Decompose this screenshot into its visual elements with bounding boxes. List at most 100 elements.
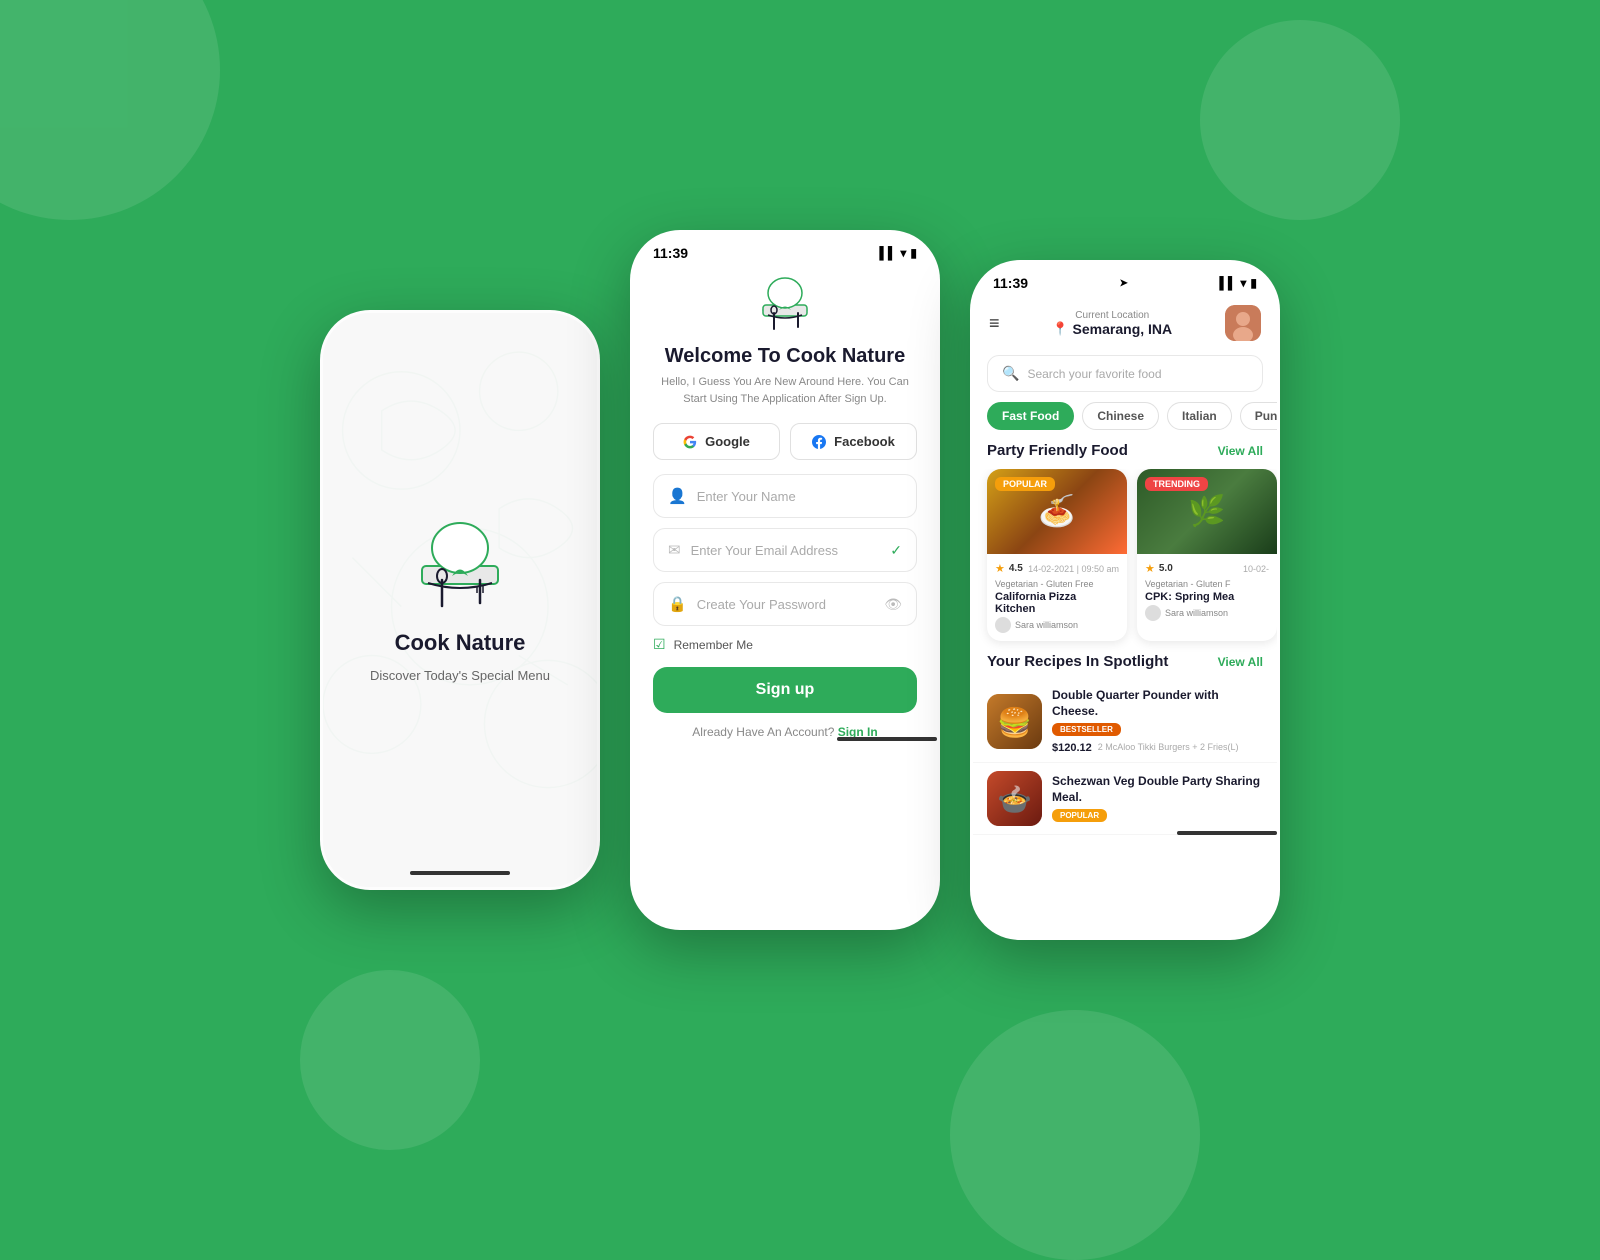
rating-1: 4.5 (1009, 563, 1023, 574)
phones-container: Cook Nature Discover Today's Special Men… (320, 260, 1280, 940)
wifi-icon-home: ▾ (1240, 276, 1246, 290)
name-input[interactable]: 👤 Enter Your Name (653, 474, 917, 518)
rating-2: 5.0 (1159, 563, 1173, 574)
home-indicator-2 (837, 737, 937, 741)
party-section-title: Party Friendly Food (987, 442, 1128, 459)
email-placeholder: Enter Your Email Address (691, 543, 838, 558)
google-icon (683, 435, 697, 449)
location-info: Current Location 📍 Semarang, INA (1052, 310, 1172, 337)
spotlight-info-1: Double Quarter Pounder with Cheese. BEST… (1052, 688, 1263, 754)
food-name-2: CPK: Spring Mea (1145, 591, 1269, 603)
signal-icon-home: ▌▌ (1219, 276, 1236, 290)
pin-icon: 📍 (1052, 321, 1068, 337)
current-location-label: Current Location (1052, 310, 1172, 321)
spotlight-price-1: $120.12 (1052, 742, 1092, 754)
phone-signup: 11:39 ▌▌ ▾ ▮ Welcome To Cook Nature Hell… (630, 230, 940, 930)
google-button[interactable]: Google (653, 423, 780, 460)
bg-decoration-4 (300, 970, 480, 1150)
curry-icon: 🍲 (987, 771, 1042, 826)
wifi-icon: ▾ (900, 246, 906, 260)
eye-icon: 👁 (884, 596, 902, 613)
category-italian[interactable]: Italian (1167, 402, 1232, 430)
bg-decoration-3 (950, 1010, 1200, 1260)
facebook-icon (812, 435, 826, 449)
category-row: Fast Food Chinese Italian Punjab (973, 402, 1277, 442)
author-row-1: Sara williamson (995, 617, 1119, 633)
rating-row-2: ★ 5.0 10-02- (1145, 562, 1269, 575)
food-type-2: Vegetarian - Gluten F (1145, 579, 1269, 589)
food-card-info-2: ★ 5.0 10-02- Vegetarian - Gluten F CPK: … (1137, 554, 1277, 629)
food-card-2[interactable]: 🌿 TRENDING ★ 5.0 10-02- Vegetarian - Glu… (1137, 469, 1277, 641)
spotlight-name-1: Double Quarter Pounder with Cheese. (1052, 688, 1263, 719)
splash-logo-area: Cook Nature Discover Today's Special Men… (370, 518, 550, 683)
spotlight-info-2: Schezwan Veg Double Party Sharing Meal. … (1052, 774, 1263, 823)
chef-hat-icon (400, 518, 520, 618)
category-fast-food[interactable]: Fast Food (987, 402, 1074, 430)
facebook-label: Facebook (834, 434, 895, 449)
name-placeholder: Enter Your Name (697, 489, 796, 504)
bg-decoration-1 (0, 0, 220, 220)
curry-image: 🍲 (987, 771, 1042, 826)
author-avatar-2 (1145, 605, 1161, 621)
spotlight-item-1[interactable]: 🍔 Double Quarter Pounder with Cheese. BE… (973, 680, 1277, 763)
phone-home: 11:39 ➤ ▌▌ ▾ ▮ ≡ Current Location 📍 Sema… (970, 260, 1280, 940)
password-input[interactable]: 🔒 Create Your Password 👁 (653, 582, 917, 626)
author-name-1: Sara williamson (1015, 620, 1078, 630)
search-icon: 🔍 (1002, 365, 1019, 382)
party-section-header: Party Friendly Food View All (973, 442, 1277, 469)
checkbox-icon[interactable]: ☑ (653, 636, 666, 653)
food-date-2: 10-02- (1243, 564, 1269, 574)
email-icon: ✉ (668, 541, 681, 559)
remember-row: ☑ Remember Me (653, 636, 917, 653)
home-status-bar: 11:39 ➤ ▌▌ ▾ ▮ (973, 263, 1277, 297)
svg-text:🍲: 🍲 (997, 784, 1032, 815)
star-icon-2: ★ (1145, 562, 1155, 575)
home-status-icons: ▌▌ ▾ ▮ (1219, 276, 1257, 290)
search-bar[interactable]: 🔍 Search your favorite food (987, 355, 1263, 392)
home-indicator-3 (1177, 831, 1277, 835)
welcome-title: Welcome To Cook Nature (665, 345, 905, 368)
svg-text:🍔: 🍔 (997, 706, 1032, 739)
email-input[interactable]: ✉ Enter Your Email Address ✓ (653, 528, 917, 572)
signup-content: Welcome To Cook Nature Hello, I Guess Yo… (633, 267, 937, 739)
signup-button[interactable]: Sign up (653, 667, 917, 713)
category-punjab[interactable]: Punjab (1240, 402, 1277, 430)
popular-badge: POPULAR (995, 477, 1055, 491)
search-placeholder: Search your favorite food (1027, 367, 1161, 381)
spotlight-item-2[interactable]: 🍲 Schezwan Veg Double Party Sharing Meal… (973, 763, 1277, 835)
person-icon: 👤 (668, 487, 687, 505)
food-cards-row: 🍝 POPULAR ★ 4.5 14-02-2021 | 09:50 am Ve… (973, 469, 1277, 653)
lock-icon: 🔒 (668, 595, 687, 613)
google-label: Google (705, 434, 750, 449)
burger-icon: 🍔 (987, 694, 1042, 749)
author-row-2: Sara williamson (1145, 605, 1269, 621)
battery-icon-home: ▮ (1250, 276, 1257, 290)
food-card-image-2: 🌿 TRENDING (1137, 469, 1277, 554)
splash-background: Cook Nature Discover Today's Special Men… (323, 313, 597, 887)
status-icons: ▌▌ ▾ ▮ (879, 246, 917, 260)
party-view-all[interactable]: View All (1218, 444, 1263, 458)
spotlight-view-all[interactable]: View All (1218, 655, 1263, 669)
food-type-1: Vegetarian - Gluten Free (995, 579, 1119, 589)
spotlight-name-2: Schezwan Veg Double Party Sharing Meal. (1052, 774, 1263, 805)
app-title: Cook Nature (395, 630, 526, 656)
hamburger-menu[interactable]: ≡ (989, 313, 1000, 334)
welcome-logo-icon (750, 275, 820, 335)
facebook-button[interactable]: Facebook (790, 423, 917, 460)
check-icon: ✓ (890, 542, 902, 559)
author-name-2: Sara williamson (1165, 608, 1228, 618)
food-date-1: 14-02-2021 | 09:50 am (1028, 564, 1119, 574)
author-avatar-1 (995, 617, 1011, 633)
home-status-time: 11:39 (993, 275, 1028, 291)
phone-splash: Cook Nature Discover Today's Special Men… (320, 310, 600, 890)
status-time: 11:39 (653, 245, 688, 261)
app-tagline: Discover Today's Special Menu (370, 668, 550, 683)
user-avatar[interactable] (1225, 305, 1261, 341)
location-arrow-icon: ➤ (1120, 278, 1128, 289)
rating-row-1: ★ 4.5 14-02-2021 | 09:50 am (995, 562, 1119, 575)
trending-badge: TRENDING (1145, 477, 1208, 491)
star-icon-1: ★ (995, 562, 1005, 575)
food-name-1: California Pizza Kitchen (995, 591, 1119, 615)
category-chinese[interactable]: Chinese (1082, 402, 1159, 430)
food-card-1[interactable]: 🍝 POPULAR ★ 4.5 14-02-2021 | 09:50 am Ve… (987, 469, 1127, 641)
